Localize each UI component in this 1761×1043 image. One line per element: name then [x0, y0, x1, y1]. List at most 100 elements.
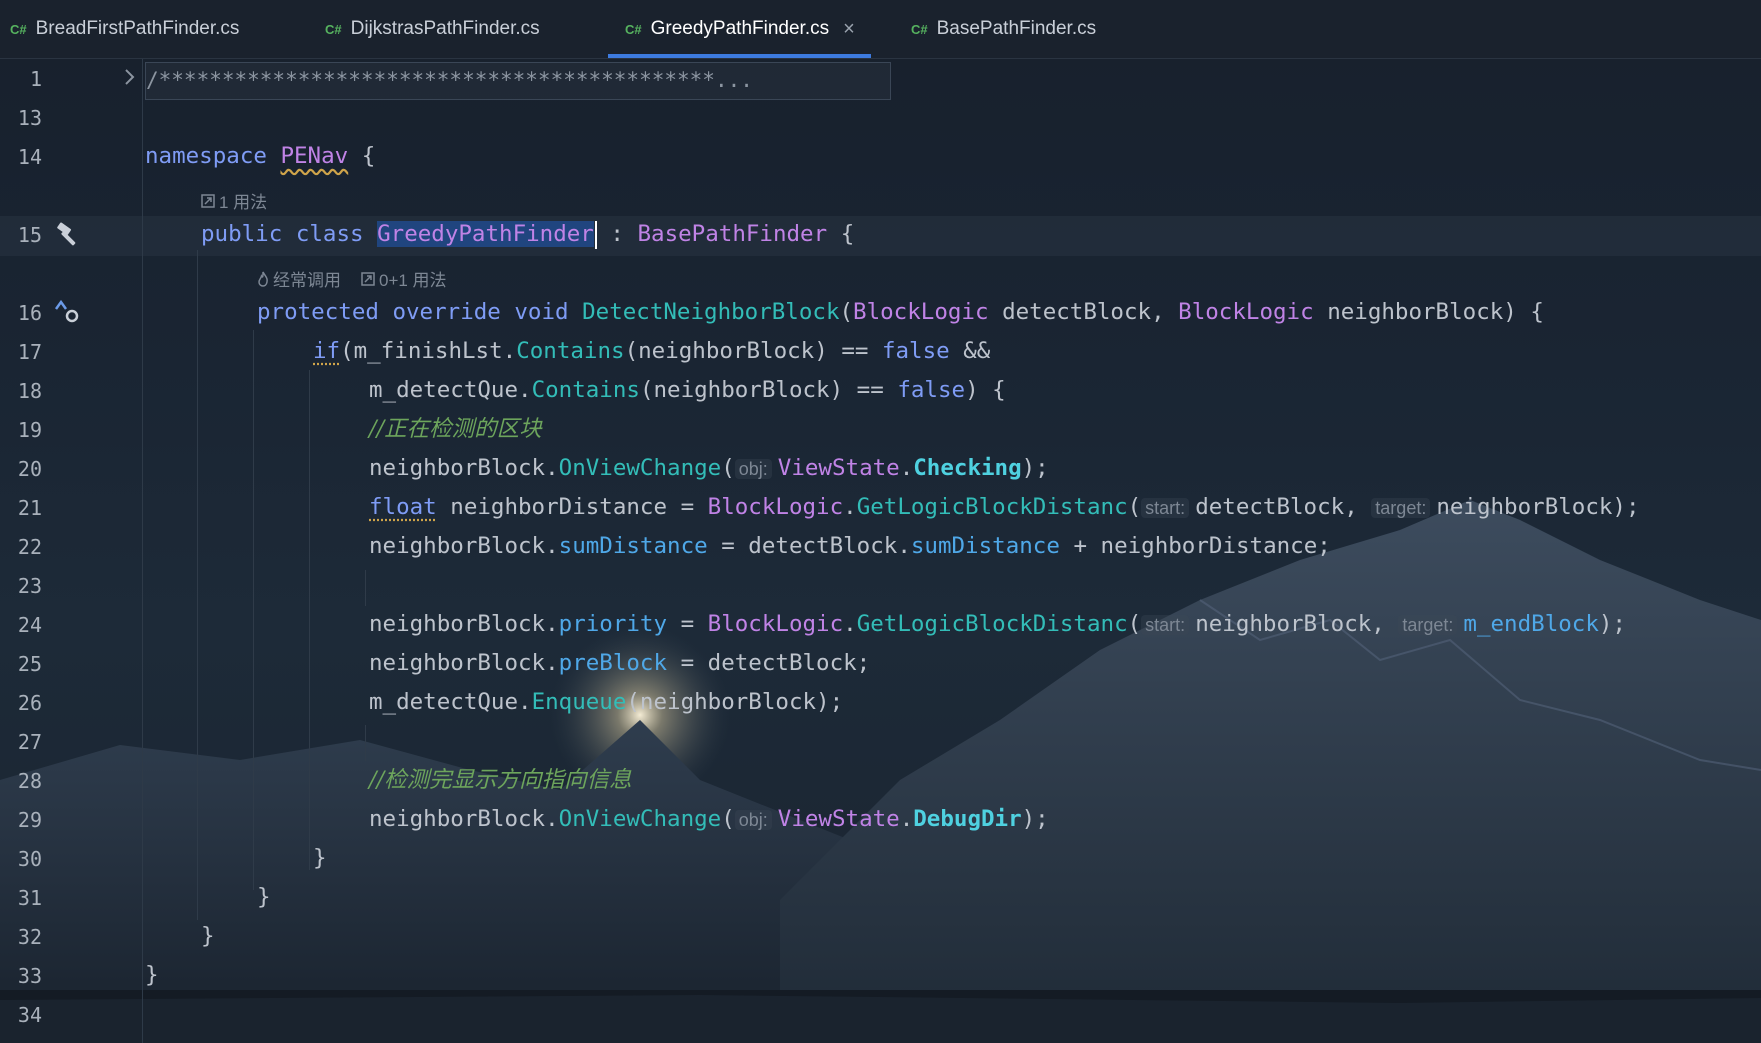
keyword: public class: [201, 221, 364, 247]
tab-breadfirstpathfinder[interactable]: C# BreadFirstPathFinder.cs: [10, 0, 239, 58]
brace: {: [840, 221, 855, 247]
code-line-15[interactable]: public class GreedyPathFinder : BasePath…: [201, 219, 854, 249]
usage-lens[interactable]: 1 用法: [201, 188, 267, 213]
code-text: = detectBlock;: [680, 650, 871, 676]
code-text: neighborBlock.: [369, 611, 559, 637]
method-lens[interactable]: 经常调用 0+1 用法: [257, 266, 447, 291]
namespace-name: PENav: [280, 143, 349, 169]
csharp-file-icon: C#: [10, 21, 27, 37]
csharp-file-icon: C#: [325, 21, 342, 37]
method-name: GetLogicBlockDistanc: [856, 611, 1128, 637]
param-type: BlockLogic: [853, 299, 989, 325]
code-text: neighborDistance =: [450, 494, 695, 520]
method-name: OnViewChange: [558, 455, 722, 481]
method-name: GetLogicBlockDistanc: [856, 494, 1128, 520]
code-line-21[interactable]: float neighborDistance = BlockLogic.GetL…: [369, 492, 1640, 523]
gutter-separator: [142, 59, 143, 1043]
type-name: ViewState: [777, 455, 900, 481]
code-text: );: [1021, 806, 1049, 832]
comment: //正在检测的区块: [369, 416, 542, 442]
code-line-20[interactable]: neighborBlock.OnViewChange(obj: ViewState…: [369, 453, 1049, 484]
line-number: 1: [29, 67, 42, 91]
tab-basepathfinder[interactable]: C# BasePathFinder.cs: [911, 0, 1096, 58]
tab-label: DijkstrasPathFinder.cs: [350, 18, 540, 39]
csharp-file-icon: C#: [625, 21, 642, 37]
code-text: (neighborBlock) ==: [624, 338, 869, 364]
code-text: neighborBlock.: [369, 455, 559, 481]
tab-label: BreadFirstPathFinder.cs: [35, 18, 240, 39]
expand-fold-icon[interactable]: [124, 68, 136, 86]
code-line-17[interactable]: if(m_finishLst.Contains(neighborBlock) =…: [313, 336, 990, 366]
code-line-16[interactable]: protected override void DetectNeighborBl…: [257, 297, 1544, 327]
type-name: BlockLogic: [707, 611, 844, 637]
field-name: m_endBlock: [1463, 611, 1599, 637]
code-line-30[interactable]: }: [313, 843, 327, 873]
code-line-33[interactable]: }: [145, 960, 159, 990]
code-text: );: [1021, 455, 1049, 481]
parameter-hint: obj:: [734, 810, 772, 830]
code-text: = detectBlock.: [721, 533, 911, 559]
code-text: neighborBlock.: [369, 806, 559, 832]
keyword: namespace: [145, 143, 267, 169]
line-number: 13: [17, 106, 42, 130]
line-number: 18: [17, 379, 42, 403]
code-line-19[interactable]: //正在检测的区块: [369, 414, 542, 444]
keyword: protected override void: [257, 299, 569, 325]
line-number: 27: [17, 730, 42, 754]
indent-guide: [253, 330, 254, 890]
code-line-26[interactable]: m_detectQue.Enqueue(neighborBlock);: [369, 687, 843, 717]
code-text: (neighborBlock);: [626, 689, 844, 715]
usages-icon: [201, 193, 215, 208]
csharp-file-icon: C#: [911, 21, 928, 37]
line-number: 34: [17, 1003, 42, 1027]
enum-value: Checking: [913, 455, 1022, 481]
code-text: neighborBlock.: [369, 533, 559, 559]
param-type: BlockLogic: [1178, 299, 1314, 325]
code-text: ) {: [965, 377, 1006, 403]
indent-guide: [197, 250, 198, 920]
folded-comment-block[interactable]: /***************************************…: [145, 62, 891, 100]
code-line-24[interactable]: neighborBlock.priority = BlockLogic.GetL…: [369, 609, 1626, 640]
code-line-32[interactable]: }: [201, 921, 215, 951]
tab-greedypathfinder[interactable]: C# GreedyPathFinder.cs ×: [608, 0, 871, 58]
line-number: 24: [17, 613, 42, 637]
keyword: float: [369, 494, 437, 520]
editor-tab-bar: C# BreadFirstPathFinder.cs C# DijkstrasP…: [0, 0, 1761, 59]
comment: //检测完显示方向指向信息: [369, 767, 632, 793]
ide-window: C# BreadFirstPathFinder.cs C# DijkstrasP…: [0, 0, 1761, 1043]
code-text: neighborBlock,: [1195, 611, 1385, 637]
method-name: OnViewChange: [558, 806, 722, 832]
close-tab-icon[interactable]: ×: [843, 18, 855, 41]
line-number: 15: [17, 223, 42, 247]
tab-label: GreedyPathFinder.cs: [650, 18, 830, 39]
hot-label: 经常调用: [273, 271, 341, 290]
line-number: 16: [17, 301, 42, 325]
code-line-18[interactable]: m_detectQue.Contains(neighborBlock) == f…: [369, 375, 1006, 405]
text-caret: [594, 220, 597, 249]
code-line-22[interactable]: neighborBlock.sumDistance = detectBlock.…: [369, 531, 1331, 561]
code-text: m_detectQue.: [369, 377, 532, 403]
code-text: (neighborBlock) ==: [639, 377, 884, 403]
code-text: (m_finishLst.: [340, 338, 517, 364]
line-number: 23: [17, 574, 42, 598]
code-text: neighborBlock);: [1436, 494, 1640, 520]
type-name: ViewState: [777, 806, 900, 832]
line-number: 21: [17, 496, 42, 520]
code-line-29[interactable]: neighborBlock.OnViewChange(obj: ViewState…: [369, 804, 1049, 835]
hammer-icon[interactable]: [55, 222, 81, 248]
code-text: + neighborDistance;: [1073, 533, 1331, 559]
code-line-14[interactable]: namespace PENav {: [145, 141, 375, 171]
tab-dijkstraspathfinder[interactable]: C# DijkstrasPathFinder.cs: [325, 0, 540, 58]
code-line-28[interactable]: //检测完显示方向指向信息: [369, 765, 632, 795]
keyword: if: [313, 338, 341, 364]
indent-guide: [309, 370, 310, 870]
base-class-name: BasePathFinder: [637, 221, 828, 247]
code-line-25[interactable]: neighborBlock.preBlock = detectBlock;: [369, 648, 870, 678]
parameter-hint: obj:: [734, 459, 772, 479]
code-line-31[interactable]: }: [257, 882, 271, 912]
override-icon[interactable]: [53, 298, 81, 326]
keyword: false: [897, 377, 966, 403]
class-name-selected[interactable]: GreedyPathFinder: [377, 221, 594, 247]
usages-icon: [361, 271, 375, 286]
parameter-hint: start:: [1141, 615, 1190, 635]
